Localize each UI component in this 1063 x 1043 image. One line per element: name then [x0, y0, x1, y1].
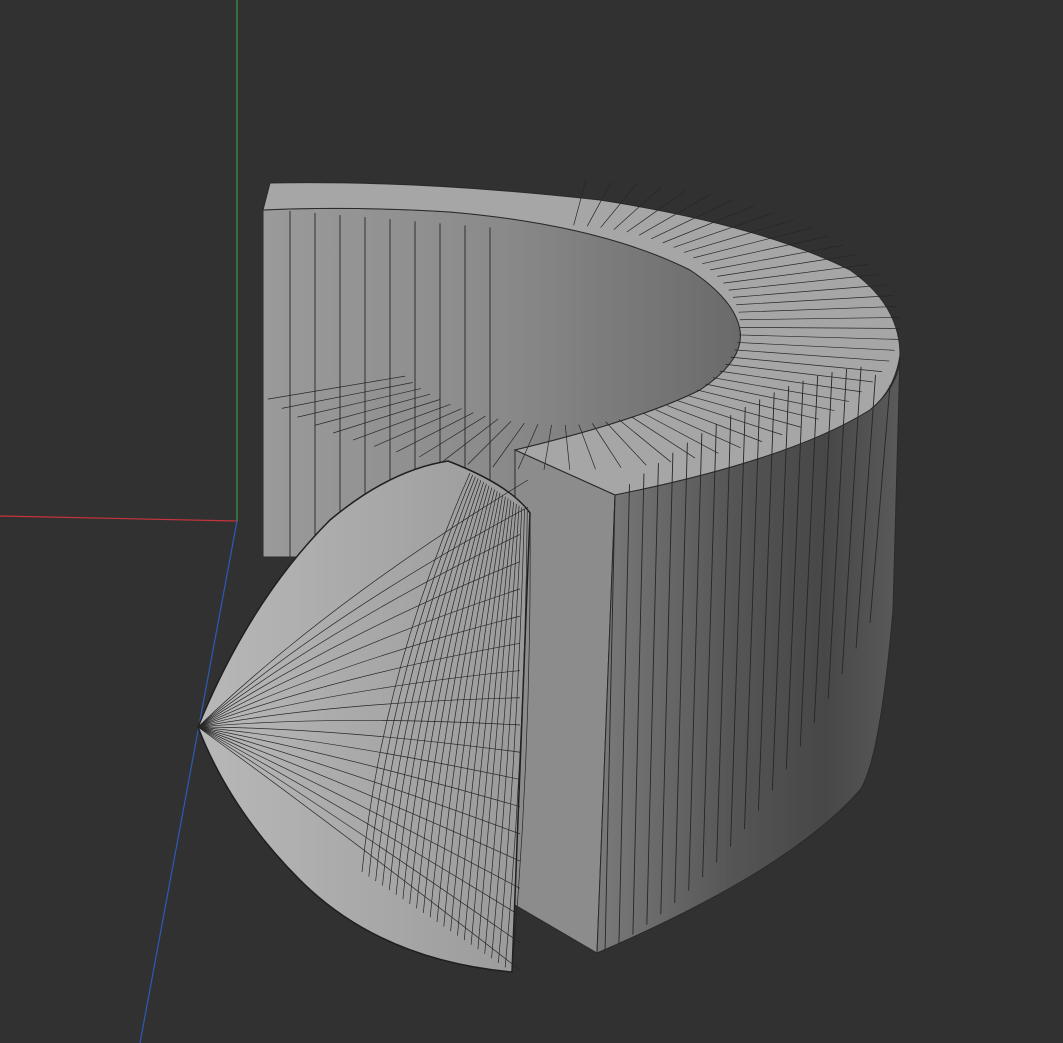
x-axis-line: [0, 515, 238, 522]
scene-canvas[interactable]: [0, 0, 1063, 1043]
paraboloid-segment-mesh[interactable]: [197, 460, 531, 973]
axes-gizmo: [0, 0, 238, 1043]
3d-viewport[interactable]: [0, 0, 1063, 1043]
z-axis-line: [139, 520, 238, 1043]
